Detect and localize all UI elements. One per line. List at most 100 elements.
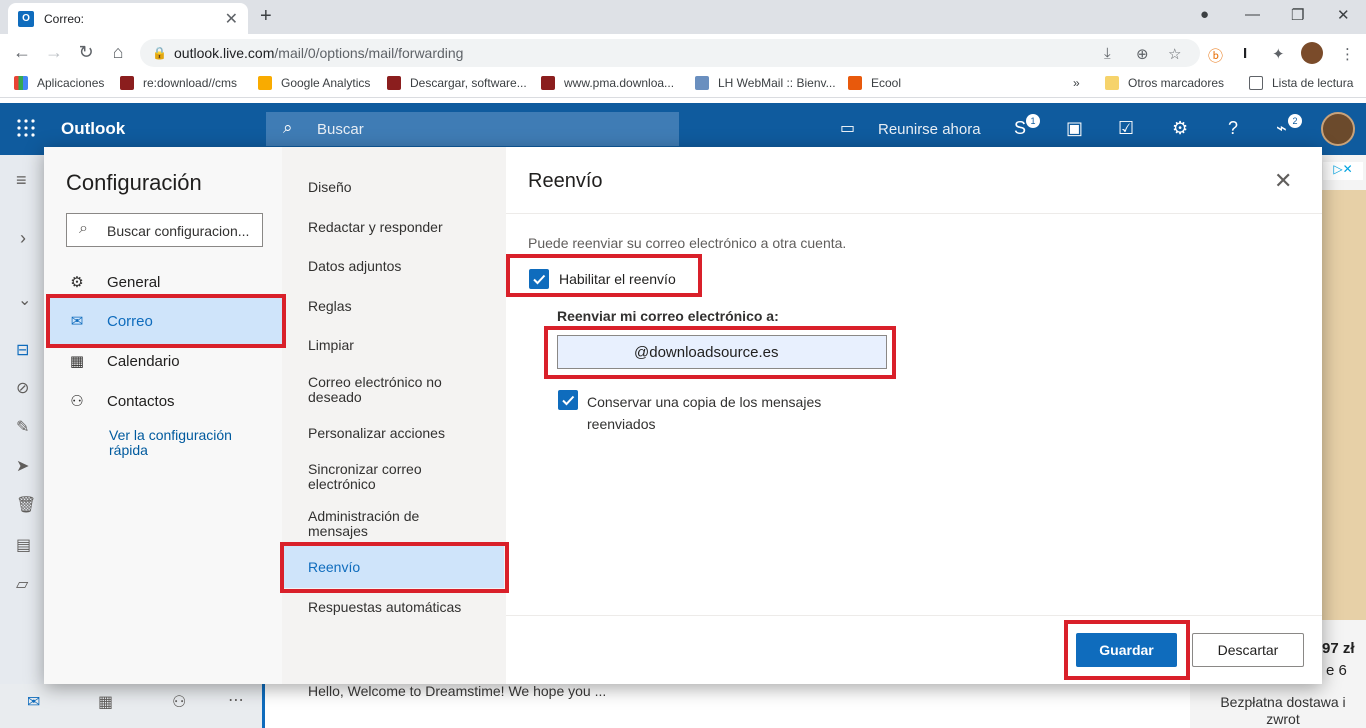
url-text[interactable]: outlook.live.com/mail/0/options/mail/for… (174, 45, 463, 61)
help-icon[interactable]: ? (1228, 118, 1238, 139)
feedback-badge: 2 (1288, 114, 1302, 128)
subnav-junk[interactable]: Correo electrónico no deseado (308, 375, 478, 405)
hamburger-icon[interactable]: ≡ (16, 170, 27, 191)
video-icon[interactable]: ▭ (840, 118, 855, 138)
ad-choices-icon[interactable]: ▷✕ (1323, 162, 1363, 180)
skype-icon[interactable]: S (1014, 118, 1026, 139)
search-icon: ⌕ (283, 118, 293, 137)
nav-calendar[interactable]: ▦ Calendario (66, 342, 276, 380)
subnav-auto-replies[interactable]: Respuestas automáticas (308, 600, 488, 615)
bookmark-item[interactable]: Descargar, software... (387, 76, 527, 90)
bookmark-item[interactable]: LH WebMail :: Bienv... (695, 76, 836, 90)
deleted-icon[interactable]: 🗑 (16, 495, 36, 515)
mail-module-icon[interactable]: ✉ (27, 692, 40, 712)
skype-badge: 1 (1026, 114, 1040, 128)
apps-grid-icon (14, 76, 28, 90)
zoom-icon[interactable]: ⊕ (1136, 45, 1149, 63)
search-icon: ⌕ (79, 220, 88, 237)
bookmark-folder[interactable]: Otros marcadores (1105, 76, 1224, 90)
subnav-compose[interactable]: Redactar y responder (308, 220, 488, 235)
ad-text: Bezpłatna dostawa i zwrot (1220, 694, 1346, 727)
outlook-brand[interactable]: Outlook (61, 119, 125, 139)
keep-copy-checkbox[interactable] (558, 390, 578, 410)
highlight-box (1064, 620, 1190, 680)
mail-search-placeholder: Buscar (317, 121, 364, 138)
subnav-actions[interactable]: Personalizar acciones (308, 426, 488, 441)
extension-i-icon[interactable]: I (1243, 45, 1247, 62)
reading-list-icon (1249, 76, 1263, 90)
lock-icon[interactable]: 🔒 (152, 46, 167, 60)
archive-icon[interactable]: ▤ (16, 535, 31, 555)
subnav-message-handling[interactable]: Administración de mensajes (308, 509, 458, 539)
menu-dots-icon[interactable]: ⋮ (1340, 45, 1355, 63)
profile-avatar[interactable] (1301, 42, 1323, 64)
subnav-sweep[interactable]: Limpiar (308, 338, 488, 353)
restore-icon[interactable]: ❐ (1291, 6, 1304, 24)
inbox-icon[interactable]: ⊟ (16, 340, 29, 360)
star-icon[interactable]: ☆ (1168, 45, 1181, 63)
bookmark-item[interactable]: Ecool (848, 76, 901, 90)
subnav-rules[interactable]: Reglas (308, 299, 488, 314)
nav-contacts[interactable]: ⚇ Contactos (66, 382, 276, 420)
settings-title: Configuración (66, 170, 202, 195)
chevron-down-icon[interactable]: ⌄ (18, 290, 31, 310)
bookmark-favicon-icon (541, 76, 555, 90)
keep-copy-label[interactable]: Conservar una copia de los mensajes reen… (587, 391, 847, 435)
drafts-icon[interactable]: ✎ (16, 417, 29, 437)
window-close-icon[interactable]: ✕ (1337, 6, 1350, 24)
analytics-icon (258, 76, 272, 90)
ad-extra: e 6 (1326, 662, 1347, 679)
minimize-icon[interactable]: — (1245, 6, 1260, 23)
reload-icon[interactable]: ↻ (76, 42, 96, 62)
extension-b-icon[interactable]: ⓑ (1208, 45, 1223, 66)
feedback-icon[interactable]: ⌁ (1276, 118, 1287, 139)
bookmark-item[interactable]: Google Analytics (258, 76, 370, 90)
bookmark-favicon-icon (387, 76, 401, 90)
settings-gear-icon[interactable]: ⚙ (1172, 118, 1188, 139)
people-icon: ⚇ (70, 393, 84, 410)
quick-settings-link[interactable]: Ver la configuración rápida (109, 428, 269, 458)
bookmark-apps[interactable]: Aplicaciones (14, 76, 104, 90)
subnav-attachments[interactable]: Datos adjuntos (308, 259, 488, 274)
app-launcher-icon[interactable] (16, 118, 36, 138)
bookmark-favicon-icon (120, 76, 134, 90)
forward-to-label: Reenviar mi correo electrónico a: (557, 308, 779, 324)
checkmark-icon (562, 395, 575, 406)
back-icon[interactable]: ← (12, 42, 32, 62)
home-icon[interactable]: ⌂ (108, 42, 128, 62)
subnav-sync[interactable]: Sincronizar correo electrónico (308, 462, 448, 492)
highlight-box (544, 326, 896, 379)
sent-icon[interactable]: ➤ (16, 456, 29, 476)
highlight-box (506, 254, 702, 297)
browser-tab[interactable]: O Correo: ✕ (8, 3, 248, 34)
account-avatar[interactable] (1321, 112, 1355, 146)
calendar-module-icon[interactable]: ▦ (98, 692, 113, 712)
bookmark-item[interactable]: re:download//cms (120, 76, 237, 90)
office-icon[interactable]: ▣ (1066, 118, 1083, 139)
notes-icon[interactable]: ▱ (16, 574, 28, 594)
forwarding-description: Puede reenviar su correo electrónico a o… (528, 235, 847, 251)
more-modules-icon[interactable]: ⋯ (228, 690, 244, 710)
bookmark-favicon-icon (848, 76, 862, 90)
outlook-favicon-icon: O (18, 10, 34, 27)
bookmarks-overflow-icon[interactable]: » (1073, 76, 1080, 90)
expand-icon[interactable]: › (20, 228, 26, 249)
todo-icon[interactable]: ☑ (1118, 118, 1134, 139)
extensions-puzzle-icon[interactable]: ✦ (1272, 45, 1285, 63)
profile-menu-icon[interactable]: ● (1200, 6, 1209, 23)
new-tab-icon[interactable]: + (260, 5, 272, 28)
close-icon[interactable]: ✕ (1274, 168, 1292, 194)
calendar-icon: ▦ (69, 353, 85, 370)
forward-icon[interactable]: → (44, 42, 64, 62)
tab-close-icon[interactable]: ✕ (225, 9, 238, 29)
subnav-layout[interactable]: Diseño (308, 180, 488, 195)
message-preview[interactable]: Hello, Welcome to Dreamstime! We hope yo… (308, 683, 606, 699)
bookmark-item[interactable]: www.pma.downloa... (541, 76, 674, 90)
discard-button[interactable]: Descartar (1192, 633, 1304, 667)
junk-icon[interactable]: ⊘ (16, 378, 29, 398)
highlight-box (280, 542, 509, 593)
reading-list[interactable]: Lista de lectura (1249, 76, 1353, 90)
meet-now-button[interactable]: Reunirse ahora (878, 121, 981, 138)
install-icon[interactable]: ⤓ (1104, 45, 1111, 62)
people-module-icon[interactable]: ⚇ (172, 692, 186, 712)
